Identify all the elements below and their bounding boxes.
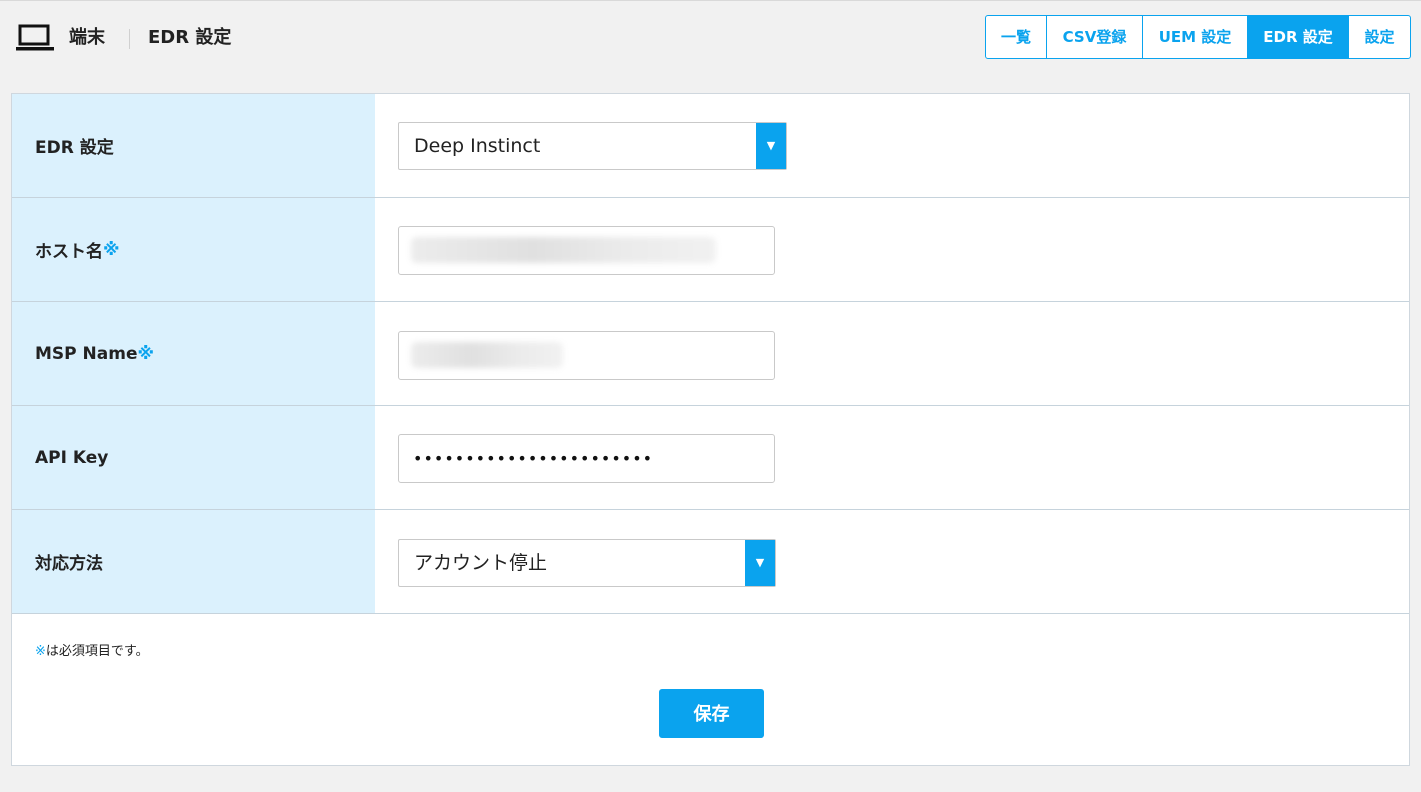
tab-csv-import[interactable]: CSV登録: [1047, 16, 1143, 58]
tab-bar: 一覧 CSV登録 UEM 設定 EDR 設定 設定: [985, 15, 1411, 59]
label-cell: ホスト名 ※: [12, 198, 375, 301]
breadcrumb-section: 端末: [69, 27, 105, 48]
laptop-icon: [16, 24, 54, 52]
msp-name-input[interactable]: [398, 331, 775, 380]
redacted-value: [411, 342, 563, 368]
host-name-label-text: ホスト名: [35, 242, 103, 262]
form-row-edr-setting: EDR 設定 Deep Instinct ▼: [12, 94, 1409, 198]
form-row-msp-name: MSP Name ※: [12, 302, 1409, 406]
required-note-text: は必須項目です。: [45, 644, 149, 659]
page-title: EDR 設定: [148, 27, 232, 48]
save-button[interactable]: 保存: [659, 689, 764, 738]
edr-setting-label: EDR 設定: [35, 138, 114, 158]
host-name-label: ホスト名 ※: [35, 198, 120, 301]
host-name-input[interactable]: [398, 226, 775, 275]
edr-product-value: Deep Instinct: [414, 135, 541, 157]
breadcrumb-separator: [129, 29, 130, 49]
redacted-value: [411, 237, 716, 263]
required-mark: ※: [35, 644, 46, 659]
label-cell: EDR 設定: [12, 94, 375, 197]
edr-settings-form: EDR 設定 Deep Instinct ▼ ホスト名 ※ MSP Name ※ A…: [11, 93, 1410, 766]
label-cell: API Key: [12, 406, 375, 509]
form-row-api-key: API Key •••••••••••••••••••••••: [12, 406, 1409, 510]
tab-edr-settings[interactable]: EDR 設定: [1248, 16, 1349, 58]
required-note: ※は必須項目です。: [35, 640, 149, 659]
edr-product-select[interactable]: Deep Instinct ▼: [398, 122, 787, 170]
tab-settings[interactable]: 設定: [1349, 16, 1410, 58]
form-row-response-method: 対応方法 アカウント停止 ▼: [12, 510, 1409, 614]
api-key-input[interactable]: •••••••••••••••••••••••: [398, 434, 775, 483]
label-cell: 対応方法: [12, 510, 375, 613]
chevron-down-icon[interactable]: ▼: [756, 123, 786, 169]
tab-uem-settings[interactable]: UEM 設定: [1143, 16, 1248, 58]
api-key-masked-value: •••••••••••••••••••••••: [413, 449, 654, 468]
response-method-value: アカウント停止: [414, 552, 548, 574]
page-header: 端末 EDR 設定 一覧 CSV登録 UEM 設定 EDR 設定 設定: [0, 0, 1421, 80]
required-mark: ※: [103, 239, 120, 260]
form-row-host-name: ホスト名 ※: [12, 198, 1409, 302]
tab-list[interactable]: 一覧: [986, 16, 1047, 58]
chevron-down-icon[interactable]: ▼: [745, 540, 775, 586]
response-method-label: 対応方法: [35, 554, 103, 574]
response-method-select[interactable]: アカウント停止 ▼: [398, 539, 776, 587]
required-mark: ※: [137, 343, 155, 364]
msp-name-label-text: MSP Name: [35, 343, 138, 364]
label-cell: MSP Name ※: [12, 302, 375, 405]
api-key-label: API Key: [35, 447, 109, 468]
msp-name-label: MSP Name ※: [35, 302, 154, 405]
